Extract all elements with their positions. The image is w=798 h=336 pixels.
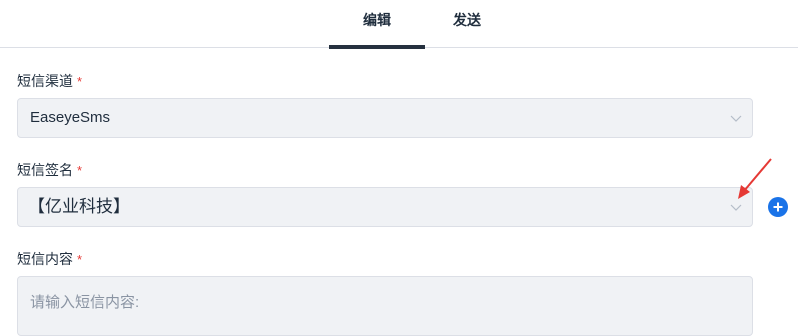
signature-label-text: 短信签名	[17, 162, 73, 178]
tab-send[interactable]: 发送	[419, 0, 515, 48]
channel-label: 短信渠道 *	[17, 71, 82, 91]
signature-select-value: 【亿业科技】	[28, 197, 130, 216]
required-mark: *	[77, 163, 83, 178]
channel-select-value: EaseyeSms	[30, 109, 111, 126]
tab-edit[interactable]: 编辑	[329, 0, 425, 48]
active-tab-indicator	[329, 45, 425, 49]
chevron-down-icon	[730, 204, 742, 211]
content-label-text: 短信内容	[17, 251, 73, 267]
plus-circle-icon	[773, 202, 783, 212]
tab-bar: 编辑 发送	[0, 0, 798, 49]
signature-label: 短信签名 *	[17, 160, 82, 180]
content-textarea[interactable]: 请输入短信内容:	[17, 276, 753, 336]
channel-select[interactable]: EaseyeSms	[17, 98, 753, 138]
add-signature-button[interactable]	[768, 197, 788, 217]
required-mark: *	[77, 74, 83, 89]
required-mark: *	[77, 252, 83, 267]
signature-select[interactable]: 【亿业科技】	[17, 187, 753, 227]
channel-label-text: 短信渠道	[17, 73, 73, 89]
content-placeholder: 请输入短信内容:	[30, 294, 140, 311]
chevron-down-icon	[730, 115, 742, 122]
content-label: 短信内容 *	[17, 249, 82, 269]
